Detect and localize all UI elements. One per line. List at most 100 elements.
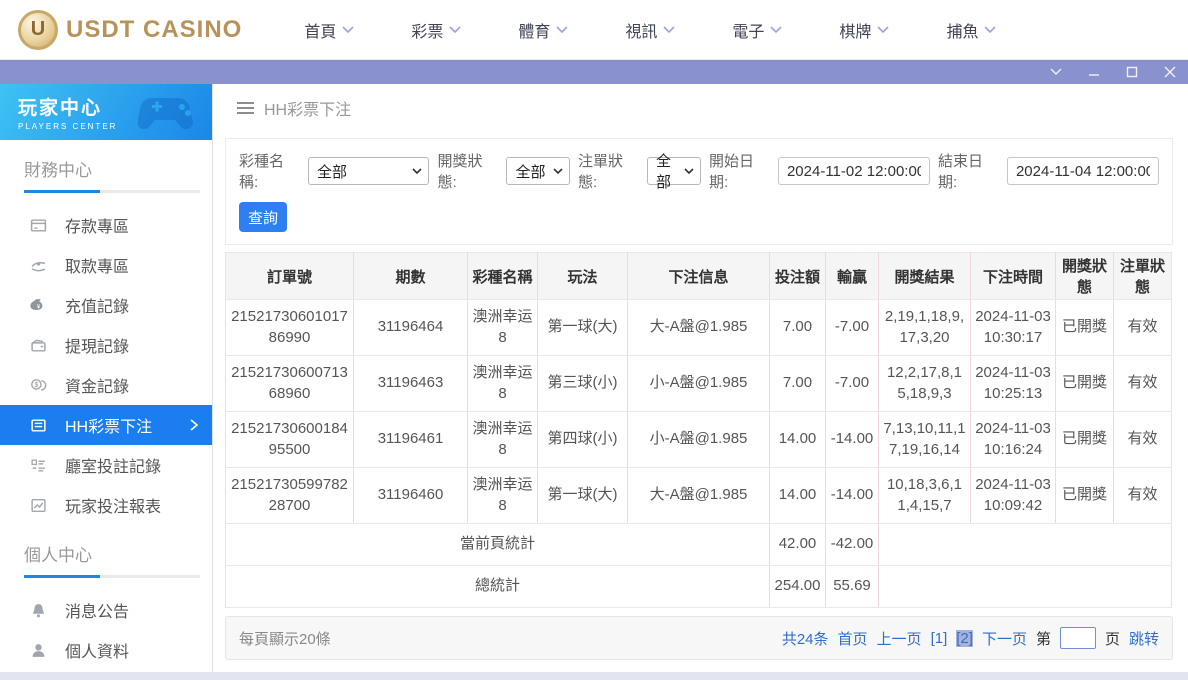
nav-item-sports[interactable]: 體育 xyxy=(518,18,568,42)
draw-status-select[interactable]: 全部 xyxy=(506,157,570,185)
sidebar-item-profile[interactable]: 個人資料 xyxy=(0,630,212,670)
cell-winloss: -14.00 xyxy=(826,412,879,468)
lottery-select-value: 全部 xyxy=(317,161,347,182)
hand-money-icon xyxy=(30,257,47,274)
nav-label: 視訊 xyxy=(625,18,657,42)
gamepad-icon xyxy=(138,90,202,136)
chevron-down-icon xyxy=(553,168,563,174)
cell-lottery-name: 澳洲幸运8 xyxy=(468,356,538,412)
nav-item-lottery[interactable]: 彩票 xyxy=(411,18,461,42)
page-title: HH彩票下注 xyxy=(264,96,351,120)
chevron-down-icon xyxy=(556,26,568,34)
window-minimize-icon[interactable] xyxy=(1086,65,1102,79)
brand-logo[interactable]: U USDT CASINO xyxy=(18,10,242,50)
order-status-filter-label: 注單狀態: xyxy=(578,150,639,192)
sidebar-item-fund-records[interactable]: $ 資金記錄 xyxy=(0,365,212,405)
page-1-link[interactable]: [1] xyxy=(931,630,948,647)
cell-draw-result: 2,19,1,18,9,17,3,20 xyxy=(879,300,971,356)
page-summary-winloss: -42.00 xyxy=(826,524,879,566)
cell-bet-amount: 14.00 xyxy=(770,468,826,524)
first-page-link[interactable]: 首页 xyxy=(838,628,868,649)
section-underline xyxy=(24,190,200,193)
sidebar-item-hh-lottery-bets[interactable]: HH彩票下注 xyxy=(0,405,212,445)
nav-item-video[interactable]: 視訊 xyxy=(625,18,675,42)
bank-card-icon xyxy=(30,217,47,234)
goto-page-input[interactable] xyxy=(1060,627,1096,649)
col-order-status: 注單狀態 xyxy=(1114,253,1172,300)
prev-page-link[interactable]: 上一页 xyxy=(877,628,922,649)
page-summary-empty xyxy=(879,524,1172,566)
cell-issue: 31196463 xyxy=(354,356,468,412)
page-2-link-current[interactable]: [2] xyxy=(956,630,973,647)
sidebar-item-label: 資金記錄 xyxy=(65,373,129,397)
cell-lottery-name: 澳洲幸运8 xyxy=(468,468,538,524)
cell-bet-time: 2024-11-03 10:09:42 xyxy=(971,468,1056,524)
nav-item-slots[interactable]: 電子 xyxy=(732,18,782,42)
lottery-filter-label: 彩種名稱: xyxy=(239,150,300,192)
nav-item-fishing[interactable]: 捕魚 xyxy=(946,18,996,42)
cell-issue: 31196464 xyxy=(354,300,468,356)
chevron-down-icon xyxy=(449,26,461,34)
nav-item-cards[interactable]: 棋牌 xyxy=(839,18,889,42)
order-status-select[interactable]: 全部 xyxy=(647,157,701,185)
chevron-down-icon xyxy=(770,26,782,34)
nav-label: 捕魚 xyxy=(946,18,978,42)
sidebar-item-player-bet-report[interactable]: 玩家投注報表 xyxy=(0,485,212,525)
cell-order-no: 2152173060018495500 xyxy=(226,412,354,468)
cell-bet-info: 大-A盤@1.985 xyxy=(628,300,770,356)
sidebar-item-withdrawal-records[interactable]: 提現記錄 xyxy=(0,325,212,365)
page-summary-row: 當前頁統計 42.00 -42.00 xyxy=(226,524,1172,566)
table-row: 2152173060018495500 31196461 澳洲幸运8 第四球(小… xyxy=(226,412,1172,468)
cell-bet-time: 2024-11-03 10:25:13 xyxy=(971,356,1056,412)
table-header-row: 訂單號 期數 彩種名稱 玩法 下注信息 投注額 輸贏 開獎結果 下注時間 開獎狀… xyxy=(226,253,1172,300)
report-chart-icon xyxy=(30,497,47,514)
table-footer: 每頁顯示20條 共24条 首页 上一页 [1] [2] 下一页 第 页 跳转 xyxy=(225,616,1173,660)
sidebar-item-label: 玩家投注報表 xyxy=(65,493,161,517)
nav-label: 棋牌 xyxy=(839,18,871,42)
cell-bet-time: 2024-11-03 10:16:24 xyxy=(971,412,1056,468)
sidebar-item-announcements[interactable]: 消息公告 xyxy=(0,590,212,630)
sidebar-item-withdraw-zone[interactable]: 取款專區 xyxy=(0,245,212,285)
svg-text:¥: ¥ xyxy=(37,303,41,310)
bottom-strip xyxy=(0,672,1188,680)
next-page-link[interactable]: 下一页 xyxy=(982,628,1027,649)
total-summary-label: 總統計 xyxy=(226,566,770,608)
window-maximize-icon[interactable] xyxy=(1124,65,1140,79)
total-count-text: 共24条 xyxy=(782,628,829,649)
col-draw-status: 開獎狀態 xyxy=(1056,253,1114,300)
nav-label: 彩票 xyxy=(411,18,443,42)
lottery-select[interactable]: 全部 xyxy=(308,157,430,185)
sidebar-item-deposit-zone[interactable]: 存款專區 xyxy=(0,205,212,245)
window-close-icon[interactable] xyxy=(1162,65,1178,79)
search-button[interactable]: 查詢 xyxy=(239,202,287,232)
cell-bet-amount: 7.00 xyxy=(770,356,826,412)
pagination: 共24条 首页 上一页 [1] [2] 下一页 第 页 跳转 xyxy=(782,627,1159,649)
cell-draw-result: 10,18,3,6,11,4,15,7 xyxy=(879,468,971,524)
cell-winloss: -7.00 xyxy=(826,300,879,356)
section-title-personal: 個人中心 xyxy=(24,541,212,566)
window-dropdown-icon[interactable] xyxy=(1048,65,1064,79)
hamburger-menu-icon[interactable] xyxy=(237,102,254,114)
end-date-label: 結束日期: xyxy=(938,150,999,192)
nav-item-home[interactable]: 首頁 xyxy=(304,18,354,42)
chevron-down-icon xyxy=(684,168,694,174)
cell-play-type: 第一球(大) xyxy=(538,468,628,524)
cell-order-no: 2152173060101786990 xyxy=(226,300,354,356)
total-summary-row: 總統計 254.00 55.69 xyxy=(226,566,1172,608)
sidebar-item-label: 充值記錄 xyxy=(65,293,129,317)
end-date-input[interactable] xyxy=(1007,157,1159,185)
start-date-input[interactable] xyxy=(778,157,930,185)
sidebar-item-recharge-records[interactable]: ¥ 充值記錄 xyxy=(0,285,212,325)
chevron-down-icon xyxy=(877,26,889,34)
sidebar-item-label: HH彩票下注 xyxy=(65,413,172,437)
sidebar-item-hall-bet-records[interactable]: 廳室投註記錄 xyxy=(0,445,212,485)
col-bet-time: 下注時間 xyxy=(971,253,1056,300)
goto-suffix: 页 xyxy=(1105,628,1120,649)
top-navbar: U USDT CASINO 首頁 彩票 體育 視訊 電子 棋牌 捕魚 xyxy=(0,0,1188,60)
cell-bet-info: 大-A盤@1.985 xyxy=(628,468,770,524)
goto-jump-link[interactable]: 跳转 xyxy=(1129,628,1159,649)
cell-draw-status: 已開獎 xyxy=(1056,412,1114,468)
draw-status-filter-label: 開獎狀態: xyxy=(437,150,498,192)
sidebar-item-change-password[interactable]: 修改密碼 xyxy=(0,670,212,672)
cell-issue: 31196460 xyxy=(354,468,468,524)
